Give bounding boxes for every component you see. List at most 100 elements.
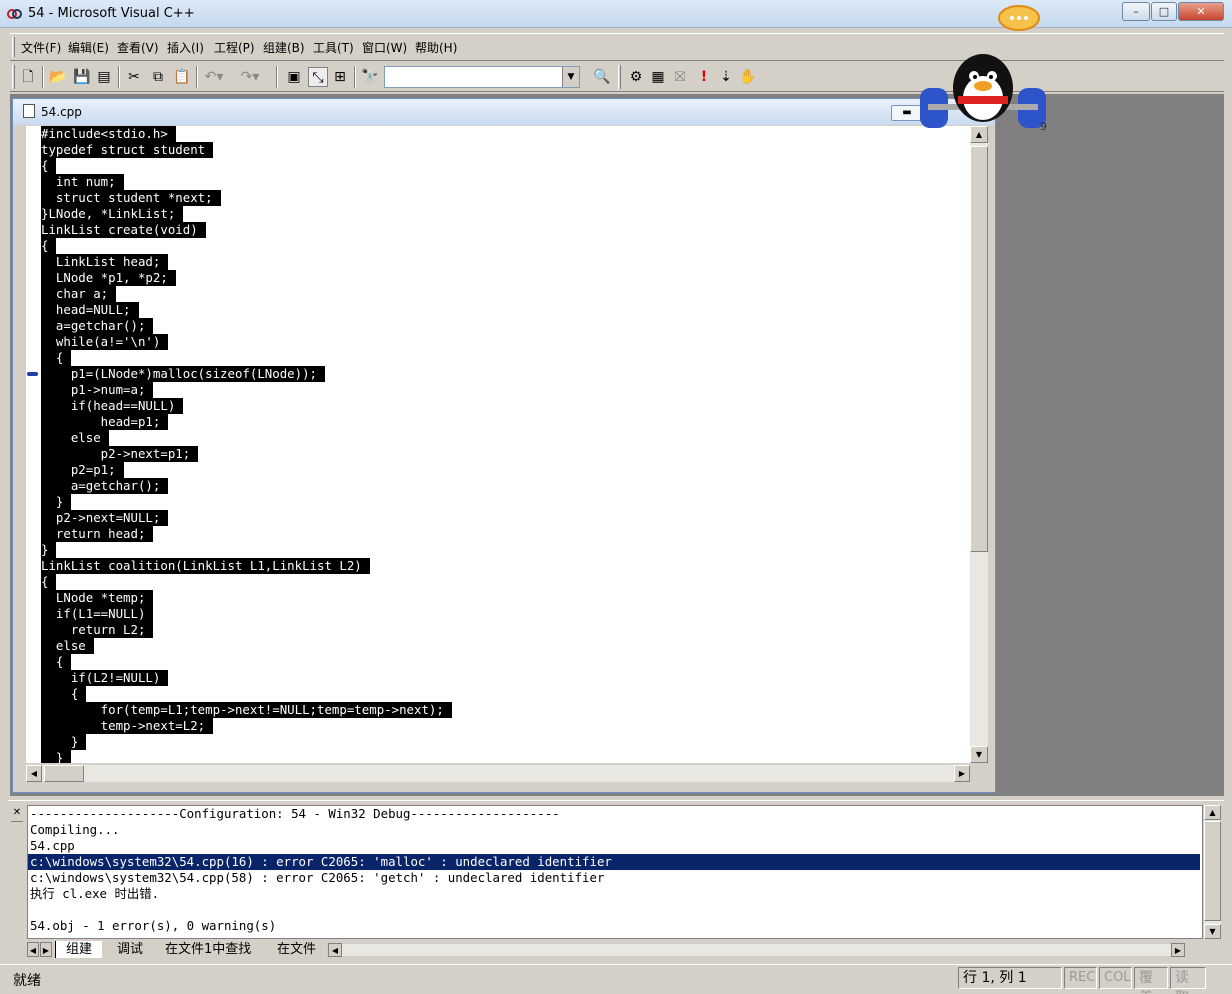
menu-insert[interactable]: 插入(I) [167, 39, 204, 56]
scroll-thumb[interactable] [970, 146, 988, 552]
menu-window[interactable]: 窗口(W) [362, 39, 407, 56]
code-line[interactable]: if(L1==NULL) [41, 606, 154, 622]
code-line[interactable]: LinkList head; [41, 254, 169, 270]
code-line[interactable]: p1=(LNode*)malloc(sizeof(LNode)); [41, 366, 326, 382]
code-line[interactable]: if(head==NULL) [41, 398, 184, 414]
scroll-right-arrow-icon[interactable]: ▶ [1171, 943, 1185, 957]
output-line[interactable]: c:\windows\system32\54.cpp(16) : error C… [28, 854, 1200, 870]
code-line[interactable]: while(a!='\n') [41, 334, 169, 350]
minimize-button[interactable]: – [1122, 2, 1150, 21]
find-combo[interactable]: ▼ [384, 66, 580, 88]
code-line[interactable]: p2->next=NULL; [41, 510, 169, 526]
menu-build[interactable]: 组建(B) [263, 39, 305, 56]
scroll-left-arrow-icon[interactable]: ◀ [328, 943, 342, 957]
code-line[interactable]: return L2; [41, 622, 154, 638]
scroll-right-arrow-icon[interactable]: ▶ [954, 765, 970, 782]
scroll-down-arrow-icon[interactable]: ▼ [970, 746, 988, 763]
redo-icon[interactable]: ↷▾ [240, 67, 260, 87]
code-line[interactable]: } [41, 734, 87, 750]
find-icon[interactable]: 🔍 [592, 67, 612, 87]
code-line[interactable]: for(temp=L1;temp->next!=NULL;temp=temp->… [41, 702, 452, 718]
code-line[interactable]: a=getchar(); [41, 318, 154, 334]
code-line[interactable]: { [41, 350, 72, 366]
output-window-icon[interactable]: ⤡ [308, 67, 328, 87]
chevron-down-icon[interactable]: ▼ [562, 67, 579, 87]
code-line[interactable]: LNode *temp; [41, 590, 154, 606]
code-line[interactable]: { [41, 654, 72, 670]
code-editor[interactable]: #include<stdio.h> typedef struct student{… [26, 126, 970, 763]
code-line[interactable]: struct student *next; [41, 190, 221, 206]
tab-build[interactable]: 组建 [55, 941, 103, 958]
toolbar-grip[interactable] [12, 65, 15, 89]
tab-scroll-last-icon[interactable]: ▶ [40, 942, 52, 957]
new-file-icon[interactable]: 🗋 [18, 67, 38, 87]
breakpoint-hand-icon[interactable]: ✋ [738, 67, 758, 87]
scroll-down-arrow-icon[interactable]: ▼ [1204, 924, 1221, 939]
output-text[interactable]: --------------------Configuration: 54 - … [27, 805, 1203, 939]
cut-icon[interactable]: ✂ [124, 67, 144, 87]
scroll-thumb[interactable] [1204, 821, 1221, 921]
output-vertical-scrollbar[interactable]: ▲ ▼ [1204, 805, 1221, 939]
scroll-up-arrow-icon[interactable]: ▲ [1204, 805, 1221, 820]
editor-vertical-scrollbar[interactable]: ▲ ▼ [970, 126, 988, 763]
menu-tools[interactable]: 工具(T) [313, 39, 354, 56]
code-line[interactable]: head=p1; [41, 414, 169, 430]
copy-icon[interactable]: ⧉ [148, 67, 168, 87]
menu-project[interactable]: 工程(P) [214, 39, 255, 56]
tab-scroll-first-icon[interactable]: ◀ [27, 942, 39, 957]
go-icon[interactable]: ⇣ [716, 67, 736, 87]
output-line[interactable]: 执行 cl.exe 时出错. [30, 886, 159, 902]
output-line[interactable]: Compiling... [30, 822, 120, 838]
code-line[interactable]: { [41, 686, 87, 702]
code-line[interactable]: p2=p1; [41, 462, 124, 478]
output-line[interactable]: 54.obj - 1 error(s), 0 warning(s) [30, 918, 276, 934]
find-in-files-icon[interactable]: 🔭 [360, 67, 380, 87]
close-button[interactable]: ✕ [1178, 2, 1224, 21]
stop-build-icon[interactable]: ⛝ [670, 67, 690, 87]
compile-icon[interactable]: ⚙ [626, 67, 646, 87]
tab-debug[interactable]: 调试 [107, 941, 153, 958]
tab-find-in-files-2[interactable]: 在文件 [267, 941, 326, 958]
maximize-button[interactable]: □ [1151, 2, 1177, 21]
code-line[interactable]: else [41, 430, 109, 446]
code-line[interactable]: if(L2!=NULL) [41, 670, 169, 686]
output-horizontal-scrollbar[interactable]: ◀ ▶ [327, 943, 1185, 957]
code-line[interactable]: return head; [41, 526, 154, 542]
output-line[interactable]: c:\windows\system32\54.cpp(58) : error C… [30, 870, 604, 886]
code-line[interactable]: { [41, 574, 57, 590]
execute-icon[interactable]: ! [694, 67, 714, 87]
code-line[interactable]: p2->next=p1; [41, 446, 199, 462]
code-line[interactable]: a=getchar(); [41, 478, 169, 494]
output-line[interactable]: 54.cpp [30, 838, 75, 854]
code-line[interactable]: { [41, 238, 57, 254]
scroll-thumb[interactable] [44, 765, 84, 782]
menubar-grip[interactable] [12, 37, 15, 57]
menu-file[interactable]: 文件(F) [21, 39, 61, 56]
code-line[interactable]: LNode *p1, *p2; [41, 270, 176, 286]
scroll-left-arrow-icon[interactable]: ◀ [26, 765, 42, 782]
workspace-icon[interactable]: ▣ [284, 67, 304, 87]
toolbar-grip[interactable] [618, 65, 621, 89]
code-line[interactable]: typedef struct student [41, 142, 214, 158]
menu-edit[interactable]: 编辑(E) [68, 39, 109, 56]
open-folder-icon[interactable]: 📂 [48, 67, 68, 87]
menu-help[interactable]: 帮助(H) [415, 39, 457, 56]
code-line[interactable]: p1->num=a; [41, 382, 154, 398]
code-line[interactable]: } [41, 750, 72, 763]
code-line[interactable]: char a; [41, 286, 117, 302]
code-line[interactable]: else [41, 638, 94, 654]
paste-icon[interactable]: 📋 [172, 67, 192, 87]
code-line[interactable]: } [41, 542, 57, 558]
code-line[interactable]: int num; [41, 174, 124, 190]
window-list-icon[interactable]: ⊞ [330, 67, 350, 87]
code-line[interactable]: head=NULL; [41, 302, 139, 318]
code-line[interactable]: temp->next=L2; [41, 718, 214, 734]
code-line[interactable]: } [41, 494, 72, 510]
save-all-icon[interactable]: ▤ [94, 67, 114, 87]
code-line[interactable]: { [41, 158, 57, 174]
tab-find-in-files-1[interactable]: 在文件1中查找 [155, 941, 261, 958]
chat-bubble-icon[interactable] [996, 4, 1042, 34]
code-line[interactable]: LinkList create(void) [41, 222, 206, 238]
close-icon[interactable]: ✕ [11, 807, 23, 819]
editor-horizontal-scrollbar[interactable]: ◀ ▶ [26, 765, 970, 782]
